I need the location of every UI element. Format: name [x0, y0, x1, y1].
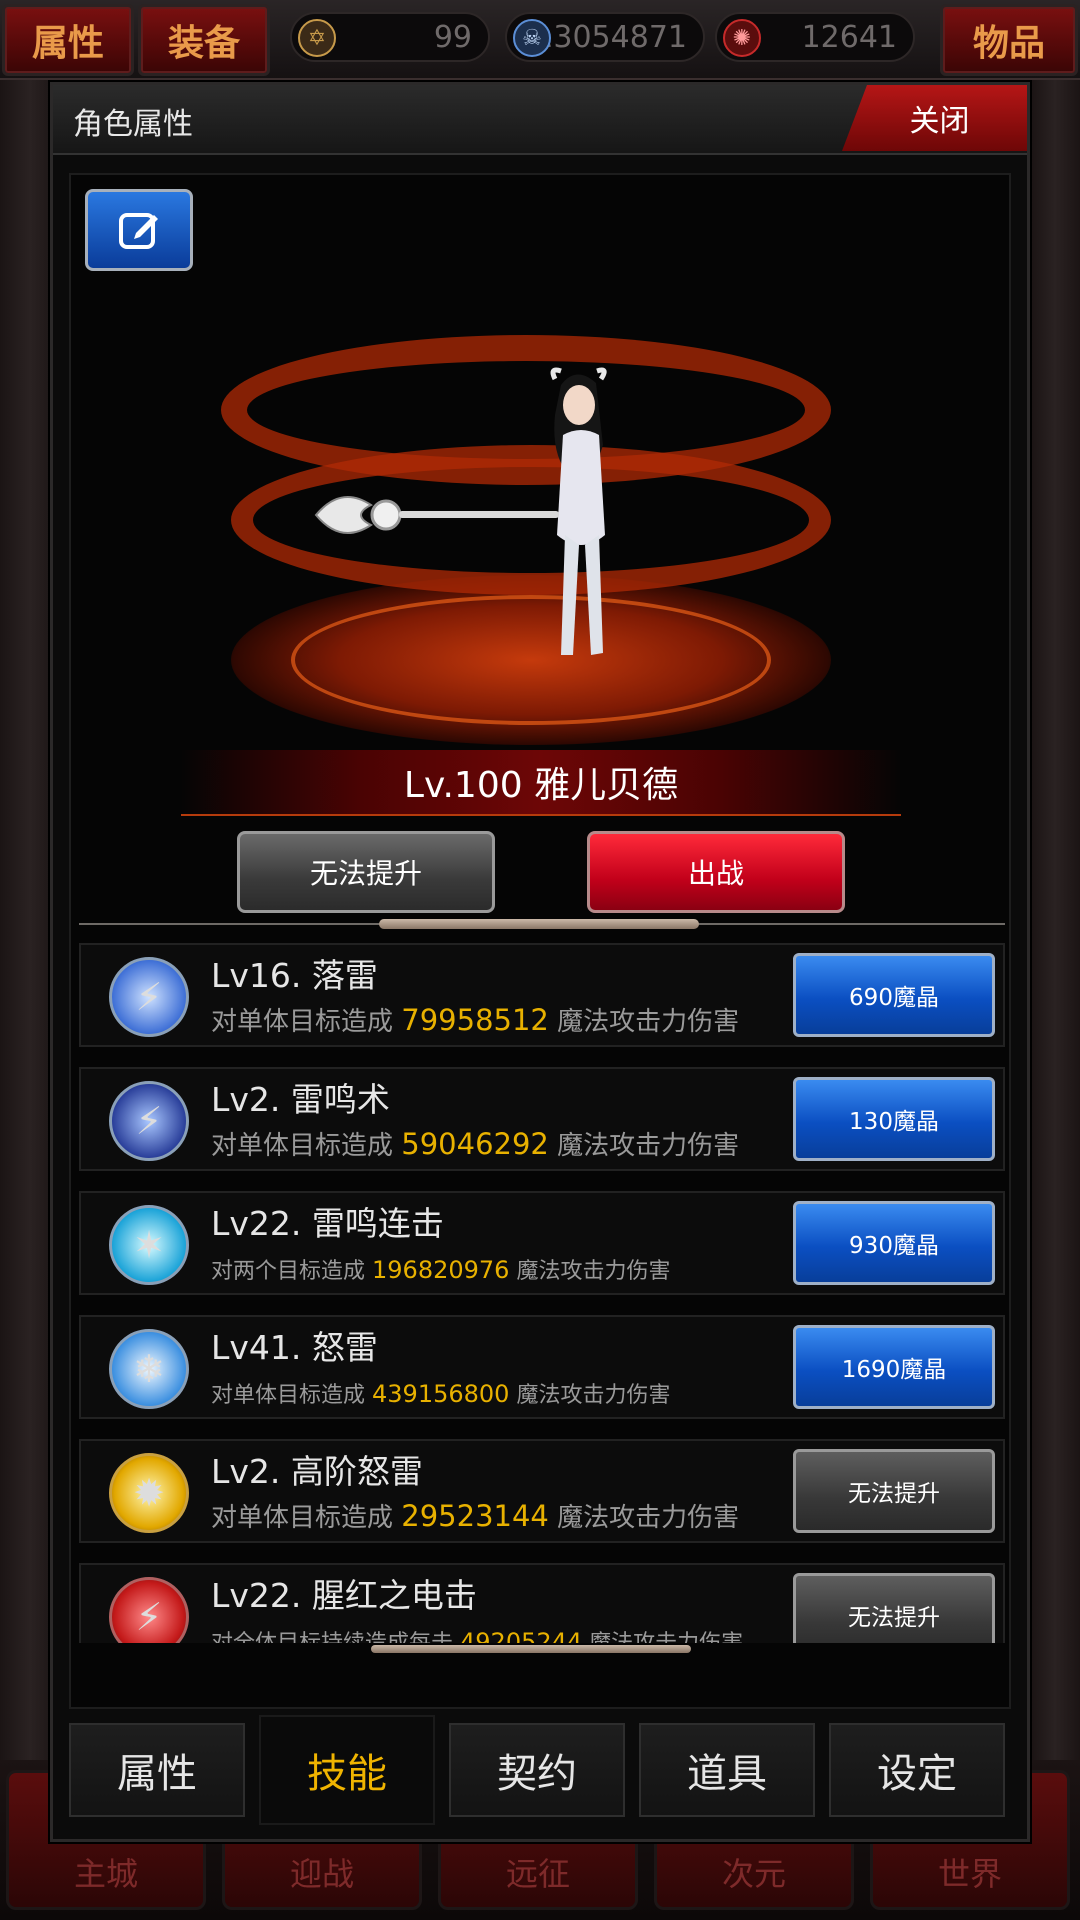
tab-skills[interactable]: 技能	[259, 1715, 435, 1825]
dialog-title: 角色属性	[73, 107, 193, 142]
red-swirl-icon: ✺	[723, 19, 761, 57]
upgrade-character-button[interactable]: 无法提升	[237, 831, 495, 913]
skill-description: 对单体目标造成 29523144 魔法攻击力伤害	[211, 1499, 740, 1533]
skill-damage: 196820976	[372, 1256, 510, 1284]
section-divider	[79, 919, 1005, 929]
top-tab-equipment[interactable]: 装备	[138, 4, 270, 76]
star-emblem-icon: ✡	[298, 19, 336, 57]
skill-damage: 49205244	[460, 1628, 583, 1643]
lightning-orb-icon: ⚡	[109, 957, 189, 1037]
skill-row: ✹ Lv2. 高阶怒雷 对单体目标造成 29523144 魔法攻击力伤害 无法提…	[79, 1439, 1005, 1543]
skill-row: ❄ Lv41. 怒雷 对单体目标造成 439156800 魔法攻击力伤害 169…	[79, 1315, 1005, 1419]
skull-coin-icon: ☠	[513, 19, 551, 57]
top-tab-items[interactable]: 物品	[940, 4, 1078, 76]
skill-row: ⚡ Lv22. 腥红之电击 对全体目标持续造成每击 49205244 魔法攻击力…	[79, 1563, 1005, 1643]
lightning-pillar-icon: ❄	[109, 1329, 189, 1409]
tab-settings[interactable]: 设定	[829, 1723, 1005, 1817]
thunder-bolt-icon: ⚡	[109, 1081, 189, 1161]
resource-star-value: 99	[433, 19, 472, 55]
skill-name: Lv2. 雷鸣术	[211, 1080, 390, 1119]
top-tab-attributes[interactable]: 属性	[2, 4, 134, 76]
top-bar: 属性 装备 ✡ 99 ☠ 13054871 ✺ 12641 物品	[0, 0, 1080, 80]
skill-name: Lv16. 落雷	[211, 956, 378, 995]
dialog-header: 角色属性 关闭	[53, 85, 1027, 155]
skill-name: Lv22. 腥红之电击	[211, 1576, 477, 1615]
dialog-content: Lv.100 雅儿贝德 无法提升 出战 ⚡ Lv16. 落雷 对单体目标造成 7…	[69, 173, 1011, 1709]
edit-icon	[119, 213, 158, 249]
character-attributes-dialog: 角色属性 关闭 Lv.100 雅儿贝德 无法提升 出战 ⚡ Lv16. 落雷 对…	[50, 82, 1030, 1842]
skill-upgrade-button[interactable]: 无法提升	[793, 1449, 995, 1533]
tab-contract[interactable]: 契约	[449, 1723, 625, 1817]
skill-description: 对单体目标造成 59046292 魔法攻击力伤害	[211, 1127, 740, 1161]
list-scroll-indicator	[371, 1645, 691, 1653]
skill-description: 对全体目标持续造成每击 49205244 魔法攻击力伤害	[211, 1625, 743, 1643]
skill-list: ⚡ Lv16. 落雷 对单体目标造成 79958512 魔法攻击力伤害 690魔…	[79, 943, 1005, 1643]
skill-upgrade-button[interactable]: 690魔晶	[793, 953, 995, 1037]
resource-coins-value: 13054871	[534, 19, 687, 55]
dialog-tabs: 属性 技能 契约 道具 设定	[69, 1715, 1011, 1825]
crimson-shock-icon: ⚡	[109, 1577, 189, 1643]
skill-row: ⚡ Lv2. 雷鸣术 对单体目标造成 59046292 魔法攻击力伤害 130魔…	[79, 1067, 1005, 1171]
skill-description: 对单体目标造成 79958512 魔法攻击力伤害	[211, 1003, 740, 1037]
skill-upgrade-button[interactable]: 130魔晶	[793, 1077, 995, 1161]
skill-upgrade-button[interactable]: 930魔晶	[793, 1201, 995, 1285]
skill-damage: 79958512	[401, 1003, 549, 1037]
skill-damage: 29523144	[401, 1499, 549, 1533]
tab-attributes[interactable]: 属性	[69, 1723, 245, 1817]
staff-weapon	[314, 496, 559, 534]
skill-row: ⚡ Lv16. 落雷 对单体目标造成 79958512 魔法攻击力伤害 690魔…	[79, 943, 1005, 1047]
skill-damage: 439156800	[372, 1380, 510, 1408]
skill-name: Lv41. 怒雷	[211, 1328, 378, 1367]
edit-button[interactable]	[85, 189, 193, 271]
resource-gems-value: 12641	[801, 19, 897, 55]
skill-description: 对单体目标造成 439156800 魔法攻击力伤害	[211, 1380, 671, 1408]
resource-coins: ☠ 13054871	[505, 12, 705, 62]
resource-gems: ✺ 12641	[715, 12, 915, 62]
skill-upgrade-button[interactable]: 1690魔晶	[793, 1325, 995, 1409]
background-wall-right	[1030, 80, 1080, 1860]
skill-description: 对两个目标造成 196820976 魔法攻击力伤害	[211, 1256, 671, 1284]
skill-name: Lv2. 高阶怒雷	[211, 1452, 423, 1491]
tab-items[interactable]: 道具	[639, 1723, 815, 1817]
skill-row: ✶ Lv22. 雷鸣连击 对两个目标造成 196820976 魔法攻击力伤害 9…	[79, 1191, 1005, 1295]
character-stage	[221, 275, 861, 745]
golden-burst-icon: ✹	[109, 1453, 189, 1533]
skill-upgrade-button[interactable]: 无法提升	[793, 1573, 995, 1643]
electric-burst-icon: ✶	[109, 1205, 189, 1285]
close-button[interactable]: 关闭	[842, 85, 1027, 151]
deploy-button[interactable]: 出战	[587, 831, 845, 913]
character-name: Lv.100 雅儿贝德	[181, 750, 901, 816]
resource-star: ✡ 99	[290, 12, 490, 62]
skill-name: Lv22. 雷鸣连击	[211, 1204, 444, 1243]
skill-damage: 59046292	[401, 1127, 549, 1161]
